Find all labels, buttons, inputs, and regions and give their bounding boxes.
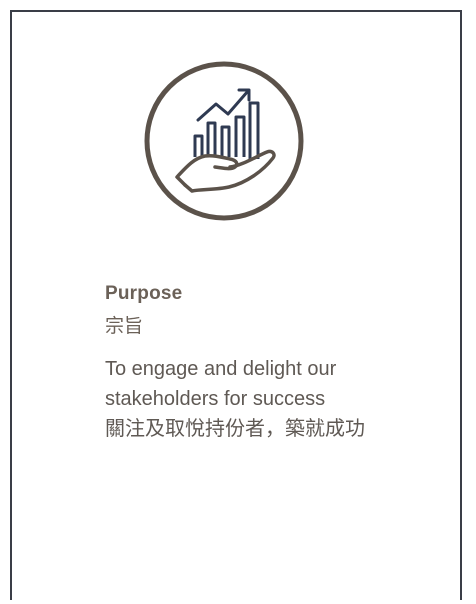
description-line-chinese: 關注及取悅持份者，築就成功 [105, 418, 365, 440]
purpose-description: To engage and delight our stakeholders f… [105, 354, 435, 444]
purpose-card: Purpose 宗旨 To engage and delight our sta… [10, 10, 462, 600]
purpose-emblem [143, 60, 305, 222]
description-line-2: stakeholders for success [105, 388, 326, 410]
hand-holding-growth-chart-icon [144, 61, 304, 221]
description-line-1: To engage and delight our [105, 358, 337, 380]
purpose-title: Purpose [105, 283, 183, 304]
purpose-title-chinese: 宗旨 [105, 316, 144, 337]
emblem-circle [144, 61, 304, 221]
